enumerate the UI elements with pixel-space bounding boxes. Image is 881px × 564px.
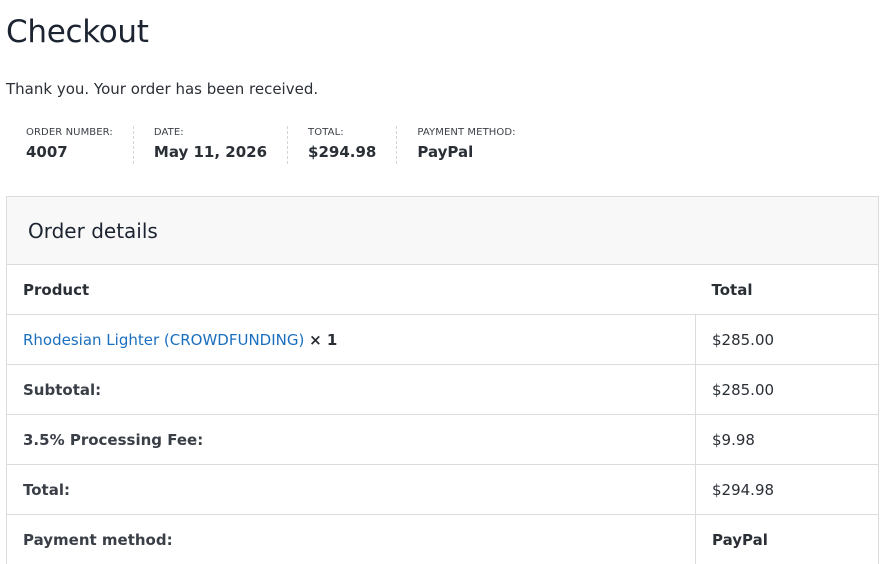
table-row: Total: $294.98 (7, 464, 878, 515)
payment-method-value: PayPal (695, 514, 878, 564)
order-received-message: Thank you. Your order has been received. (6, 80, 319, 98)
overview-date-label: Date: (153, 127, 184, 138)
overview-payment-method-label: Payment method: (417, 127, 516, 138)
product-cell: Rhodesian Lighter (CROWDFUNDING) × 1 (7, 314, 696, 365)
order-total-value: $294.98 (695, 464, 878, 515)
overview-order-number-label: Order number: (26, 127, 113, 138)
order-details-header: Order details (7, 197, 878, 265)
processing-fee-value: $9.98 (695, 414, 878, 465)
table-row: Payment method: PayPal (7, 514, 878, 564)
product-column-header: Product (7, 265, 696, 315)
table-row: Subtotal: $285.00 (7, 364, 878, 415)
table-header-row: Product Total (7, 265, 878, 315)
overview-total-label: Total: (308, 127, 344, 138)
overview-order-number-value: 4007 (26, 143, 68, 161)
overview-date: Date: May 11, 2026 (132, 126, 287, 164)
overview-total-value: $294.98 (308, 143, 377, 161)
overview-payment-method: Payment method: PayPal (396, 126, 535, 164)
product-link[interactable]: Rhodesian Lighter (CROWDFUNDING) (23, 331, 304, 349)
order-overview: Order number: 4007 Date: May 11, 2026 To… (6, 126, 536, 166)
table-row: Rhodesian Lighter (CROWDFUNDING) × 1 $28… (7, 314, 878, 365)
payment-method-label: Payment method: (7, 514, 696, 564)
subtotal-label: Subtotal: (7, 364, 696, 415)
overview-order-number: Order number: 4007 (6, 126, 133, 164)
overview-total: Total: $294.98 (287, 126, 396, 164)
order-details-panel: Order details Product Total Rhodesian Li… (6, 196, 879, 564)
checkout-page: Checkout Thank you. Your order has been … (0, 0, 881, 564)
order-details-heading: Order details (28, 218, 158, 243)
table-row: 3.5% Processing Fee: $9.98 (7, 414, 878, 465)
product-quantity: × 1 (309, 330, 338, 349)
order-total-label: Total: (7, 464, 696, 515)
page-title: Checkout (6, 14, 149, 50)
subtotal-value: $285.00 (695, 364, 878, 415)
product-total: $285.00 (695, 314, 878, 365)
processing-fee-label: 3.5% Processing Fee: (7, 414, 696, 465)
total-column-header: Total (695, 265, 878, 315)
order-details-table: Product Total Rhodesian Lighter (CROWDFU… (7, 265, 878, 564)
overview-payment-method-value: PayPal (417, 143, 474, 161)
overview-date-value: May 11, 2026 (153, 143, 268, 161)
